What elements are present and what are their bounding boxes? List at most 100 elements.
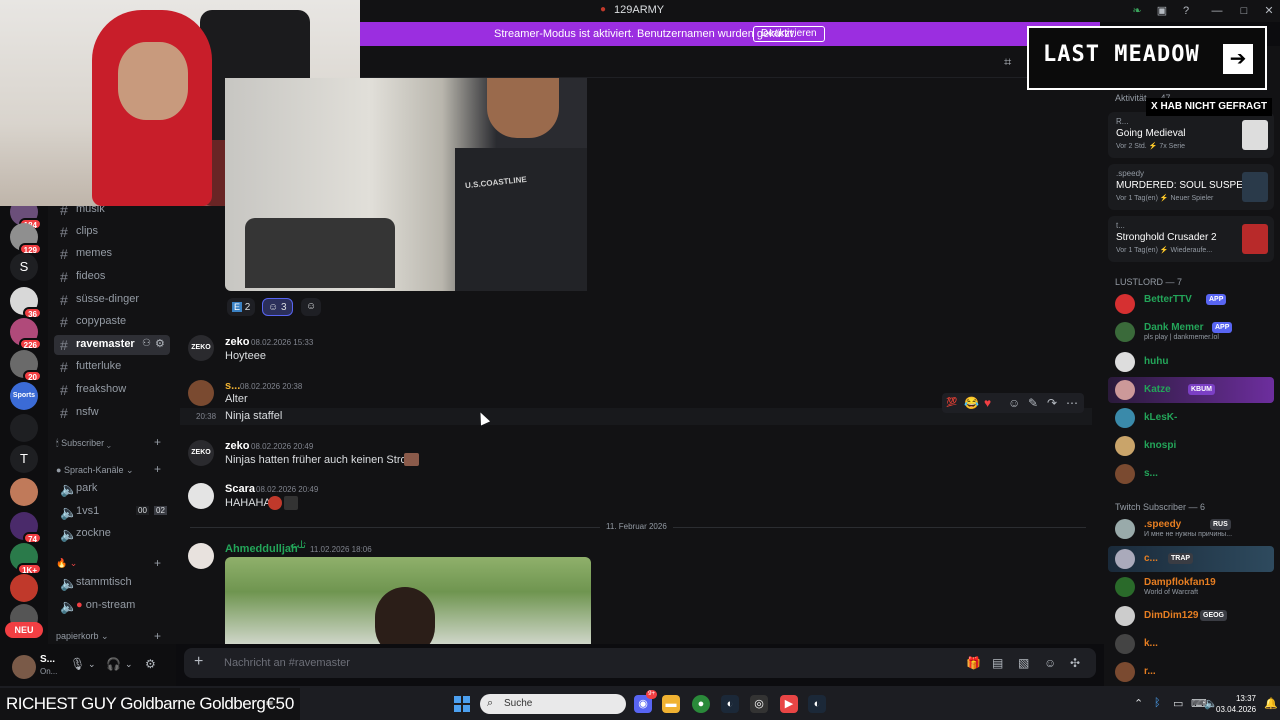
add-channel-icon[interactable]: + — [154, 462, 161, 476]
server-icon[interactable] — [10, 414, 38, 442]
server-icon[interactable]: T — [10, 445, 38, 473]
emoji-icon[interactable]: ☺ — [1044, 656, 1056, 670]
threads-icon[interactable]: ⌗ — [1004, 54, 1011, 70]
reaction[interactable]: ☺ 3 — [262, 298, 293, 316]
chevron-up-icon[interactable]: ⌃ — [1134, 697, 1143, 710]
message-author[interactable]: zeko — [225, 336, 249, 348]
avatar[interactable] — [12, 655, 36, 679]
voice-channel-1vs1[interactable]: 🔈 1vs1 00 02 — [54, 502, 170, 522]
close-icon[interactable]: ✕ — [1262, 4, 1276, 18]
apps-icon[interactable]: ✣ — [1070, 656, 1080, 670]
add-reaction-icon[interactable]: ☺ — [1008, 396, 1020, 410]
server-icon[interactable]: 74 — [10, 512, 42, 544]
category-fire[interactable]: 🔥 ⌄ — [56, 558, 77, 569]
channel-freakshow[interactable]: # freakshow — [54, 380, 170, 400]
nitro-icon[interactable]: ❧ — [1130, 4, 1144, 18]
avatar[interactable] — [188, 483, 214, 509]
channel-suesse-dinger[interactable]: # süsse-dinger — [54, 290, 170, 310]
chevron-down-icon[interactable]: ⌄ — [88, 659, 96, 670]
channel-memes[interactable]: # memes — [54, 244, 170, 264]
file-explorer-icon[interactable]: ▬ — [662, 695, 680, 713]
avatar[interactable]: ZEKO — [188, 335, 214, 361]
member-item[interactable]: r... — [1108, 659, 1274, 685]
windows-start-icon[interactable] — [454, 696, 470, 712]
chrome-icon[interactable]: ● — [692, 695, 710, 713]
avatar[interactable] — [188, 380, 214, 406]
reaction-heart-icon[interactable]: ♥ — [984, 396, 991, 410]
microphone-icon[interactable]: 🎙 — [70, 657, 85, 671]
channel-clips[interactable]: # clips — [54, 222, 170, 242]
display-icon[interactable]: ▭ — [1173, 697, 1183, 710]
edit-icon[interactable]: ✎ — [1028, 396, 1038, 410]
member-item[interactable]: knospi — [1108, 433, 1274, 459]
message-input[interactable]: Nachricht an #ravemaster — [224, 657, 350, 669]
server-icon[interactable] — [10, 574, 38, 602]
gif-icon[interactable]: ▤ — [992, 656, 1003, 670]
server-icon[interactable]: 36 — [10, 287, 42, 319]
reaction-laugh-icon[interactable]: 😂 — [964, 396, 979, 410]
member-item[interactable]: s... — [1108, 461, 1274, 487]
gift-icon[interactable]: 🎁 — [966, 656, 981, 670]
member-item[interactable]: kLesK- — [1108, 405, 1274, 431]
activity-card[interactable]: R... Going Medieval Vor 2 Std. ⚡ 7x Seri… — [1108, 112, 1274, 158]
server-icon[interactable]: 20 — [10, 350, 42, 382]
voice-channel-zockne[interactable]: 🔈 zockne — [54, 524, 170, 544]
forward-icon[interactable]: ↷ — [1047, 396, 1057, 410]
message-author[interactable]: zeko — [225, 440, 249, 452]
message-image[interactable] — [225, 557, 591, 644]
message-author[interactable]: Ahmeddulljah — [225, 543, 298, 555]
member-item[interactable]: huhu — [1108, 349, 1274, 375]
channel-fideos[interactable]: # fideos — [54, 267, 170, 287]
voice-channel-stammtisch[interactable]: 🔈 stammtisch — [54, 573, 170, 593]
activity-card[interactable]: t... Stronghold Crusader 2 Vor 1 Tag(en)… — [1108, 216, 1274, 262]
member-item[interactable]: Dank Memer APP pls play | dankmemer.lol — [1108, 319, 1274, 345]
member-item[interactable]: BetterTTV APP — [1108, 291, 1274, 317]
server-icon[interactable]: 129 — [10, 223, 42, 255]
server-icon[interactable]: 226 — [10, 318, 42, 350]
add-channel-icon[interactable]: + — [154, 629, 161, 643]
gear-icon[interactable]: ⚙ — [145, 657, 156, 671]
app-icon[interactable]: ◎ — [750, 695, 768, 713]
settings-icon[interactable]: ⚙ — [155, 337, 165, 350]
member-item[interactable]: DimDim129 GEOG — [1108, 603, 1274, 629]
add-channel-icon[interactable]: + — [154, 435, 161, 449]
member-item[interactable]: k... — [1108, 631, 1274, 657]
message-author[interactable]: Scara — [225, 483, 255, 495]
deactivate-button[interactable]: Deaktivieren — [753, 26, 825, 42]
avatar[interactable] — [188, 543, 214, 569]
sticker-icon[interactable]: ▧ — [1018, 656, 1029, 670]
inbox-icon[interactable]: ▣ — [1155, 4, 1169, 18]
more-icon[interactable]: ⋯ — [1066, 396, 1078, 410]
server-icon-sports[interactable]: Sports — [10, 382, 38, 410]
invite-icon[interactable]: ⚇ — [142, 338, 151, 349]
reaction-100-icon[interactable]: 💯 — [946, 397, 957, 408]
steam-icon[interactable]: ◐ — [808, 695, 826, 713]
channel-ravemaster[interactable]: # ravemaster ⚇ ⚙ — [54, 335, 170, 355]
member-item[interactable]: .speedy RUS И мне не нужны причины... — [1108, 516, 1274, 542]
channel-futterluke[interactable]: # futterluke — [54, 357, 170, 377]
member-item[interactable]: Katze KBUM — [1108, 377, 1274, 403]
server-icon[interactable]: 1K+ — [10, 543, 42, 575]
steam-icon[interactable]: ◐ — [721, 695, 739, 713]
maximize-icon[interactable]: □ — [1237, 4, 1251, 18]
voice-channel-park[interactable]: 🔈 park — [54, 479, 170, 499]
reaction[interactable]: E 2 — [227, 298, 256, 316]
bluetooth-icon[interactable]: ᛒ — [1154, 697, 1161, 709]
chevron-down-icon[interactable]: ⌄ — [125, 659, 133, 670]
message-author[interactable]: s... — [225, 380, 240, 392]
help-icon[interactable]: ? — [1179, 4, 1193, 18]
member-item[interactable]: c... TRAP — [1108, 546, 1274, 572]
headphones-icon[interactable]: 🎧 — [106, 657, 121, 671]
message-image[interactable]: U.S.COASTLINE — [225, 78, 587, 291]
server-icon[interactable] — [10, 478, 38, 506]
server-icon[interactable]: S — [10, 253, 38, 281]
member-item[interactable]: Dampflokfan19 World of Warcraft — [1108, 574, 1274, 600]
add-reaction-button[interactable]: ☺ — [301, 298, 322, 316]
channel-copypaste[interactable]: # copypaste — [54, 312, 170, 332]
system-clock[interactable]: 13:37 03.04.2026 — [1216, 693, 1256, 715]
category-subscriber[interactable]: 🕯 Subscriber ⌄ — [56, 438, 111, 449]
new-badge[interactable]: NEU — [5, 622, 43, 638]
voice-channel-on-stream[interactable]: 🔈 ● on-stream — [54, 596, 170, 616]
taskbar-search[interactable]: ⌕ Suche — [480, 694, 626, 714]
minimize-icon[interactable]: — — [1210, 4, 1224, 18]
